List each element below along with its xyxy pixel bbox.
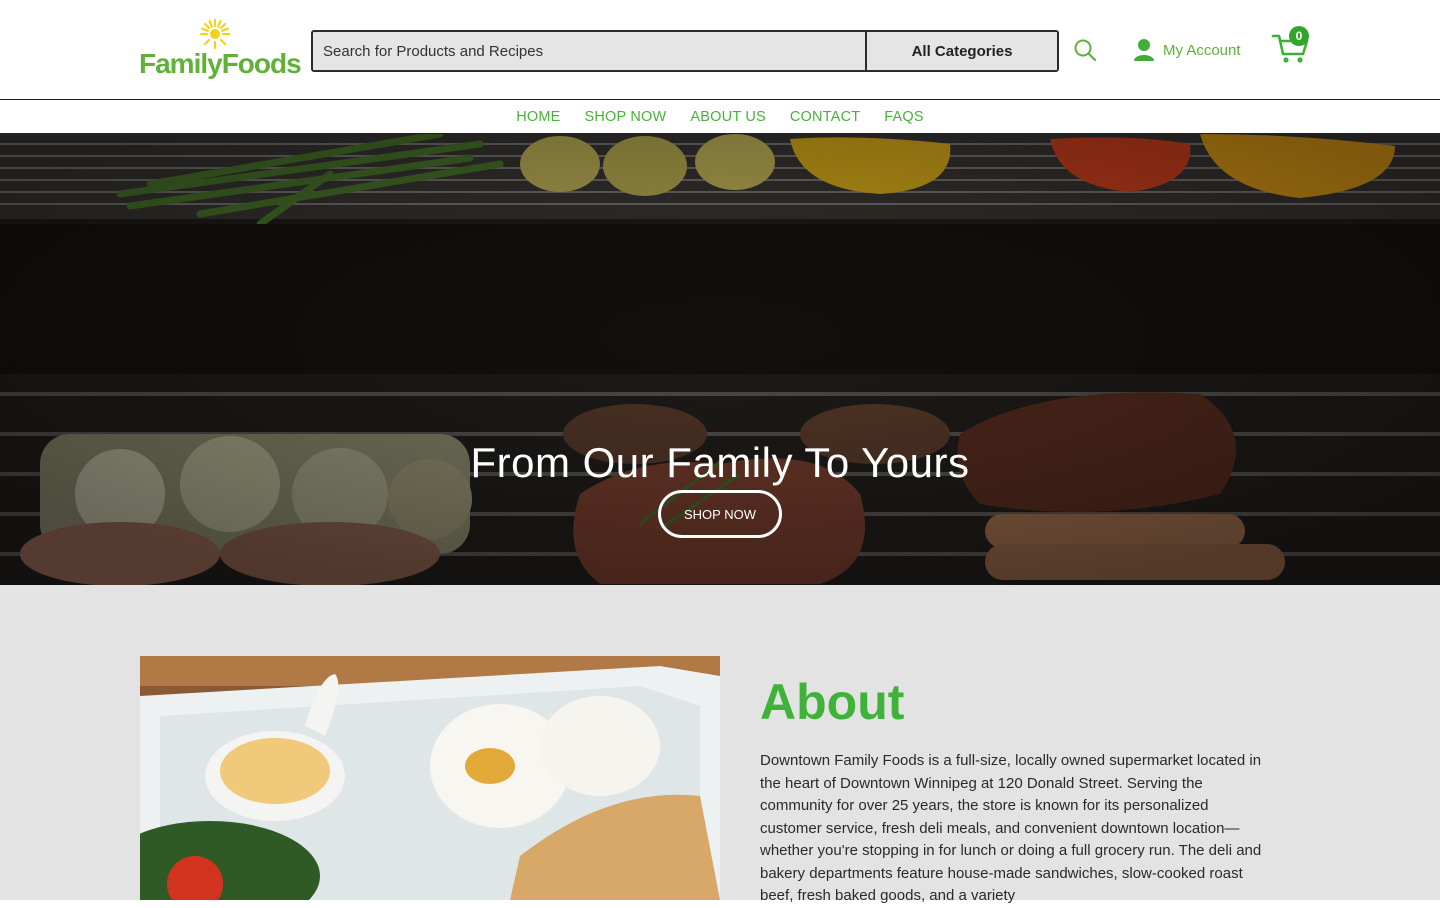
search-input[interactable]: [313, 32, 865, 70]
sun-icon: [199, 18, 231, 50]
user-icon: [1134, 39, 1154, 61]
about-food-image: [140, 656, 720, 900]
my-account-label: My Account: [1163, 41, 1241, 59]
my-account-link[interactable]: My Account: [1133, 37, 1241, 63]
nav-item-faqs[interactable]: FAQS: [884, 109, 923, 125]
about-section: About Downtown Family Foods is a full-si…: [0, 585, 1440, 904]
logo[interactable]: FamilyFoods: [139, 18, 302, 82]
nav-item-home[interactable]: HOME: [516, 109, 560, 125]
about-title: About: [760, 674, 905, 730]
logo-wordmark: FamilyFoods: [139, 48, 302, 79]
hero-banner: From Our Family To Yours SHOP NOW: [0, 134, 1440, 585]
search-icon[interactable]: [1073, 38, 1097, 62]
nav-item-shop-now[interactable]: SHOP NOW: [585, 109, 667, 125]
site-header: FamilyFoods All Categories My Account 0: [0, 0, 1440, 100]
about-text: Downtown Family Foods is a full-size, lo…: [760, 752, 1262, 904]
hero-shop-now-button[interactable]: SHOP NOW: [658, 490, 782, 538]
cart-count-badge: 0: [1289, 26, 1309, 46]
search-bar: All Categories: [311, 30, 1059, 72]
nav-item-about-us[interactable]: ABOUT US: [690, 109, 765, 125]
main-nav: HOME SHOP NOW ABOUT US CONTACT FAQS: [0, 100, 1440, 134]
hero-title: From Our Family To Yours: [470, 439, 970, 486]
category-select[interactable]: All Categories: [865, 32, 1057, 70]
nav-item-contact[interactable]: CONTACT: [790, 109, 860, 125]
